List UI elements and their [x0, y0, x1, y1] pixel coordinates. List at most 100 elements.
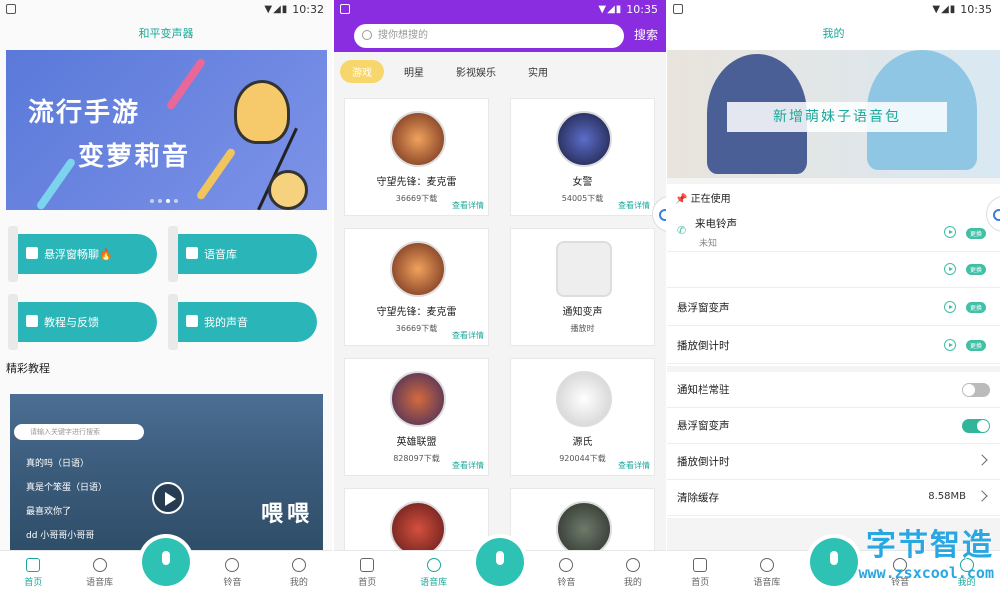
- tile-voice-library[interactable]: 语音库: [168, 226, 317, 282]
- tab-film[interactable]: 影视娱乐: [444, 60, 508, 83]
- carousel-dots: [150, 199, 178, 203]
- nav-label: 语音库: [753, 578, 781, 588]
- card-detail-link[interactable]: 查看详情: [618, 460, 650, 471]
- promo-banner[interactable]: 新增萌妹子语音包: [667, 50, 1000, 178]
- nav-home[interactable]: 首页: [0, 551, 66, 592]
- note-icon: [186, 247, 198, 259]
- banner-headline-2: 变萝莉音: [78, 142, 191, 172]
- chevron-right-icon: [976, 490, 988, 502]
- card-detail-link[interactable]: 查看详情: [452, 330, 484, 341]
- toggle-switch[interactable]: [962, 383, 990, 397]
- bell-icon: [559, 558, 574, 572]
- mic-button[interactable]: [142, 538, 190, 586]
- search-placeholder: 搜你想搜的: [378, 30, 428, 41]
- tile-my-voice[interactable]: 我的声音: [168, 294, 317, 350]
- setting-clear-cache[interactable]: 清除缓存 8.58MB: [667, 480, 1000, 516]
- signal-icon: ▼◢▮: [932, 3, 957, 15]
- thumb-icon: [26, 247, 38, 259]
- nav-label: 我的: [623, 578, 642, 588]
- nav-ringtone[interactable]: 铃音: [199, 551, 265, 592]
- disc-icon: [759, 558, 774, 572]
- play-icon[interactable]: [152, 482, 184, 514]
- mic-button[interactable]: [476, 538, 524, 586]
- toggle-switch[interactable]: [962, 419, 990, 433]
- nav-mine[interactable]: 我的: [600, 551, 666, 592]
- card-downloads: 播放时: [570, 324, 595, 333]
- card-name: 英雄联盟: [396, 437, 437, 448]
- voice-card[interactable]: 源氏 920044下载 查看详情: [510, 358, 655, 476]
- card-detail-link[interactable]: 查看详情: [452, 200, 484, 211]
- boy-illustration: [268, 170, 308, 210]
- ringtone-row[interactable]: ✆ 来电铃声 未知 更换: [667, 208, 1000, 252]
- nav-home[interactable]: 首页: [667, 551, 734, 592]
- voice-card[interactable]: 英雄联盟 828097下载 查看详情: [344, 358, 489, 476]
- promo-banner[interactable]: 流行手游 变萝莉音: [6, 50, 327, 210]
- video-search-bar: 请输入关键字进行搜索: [14, 424, 144, 440]
- voice-card[interactable]: [344, 488, 489, 557]
- tab-utility[interactable]: 实用: [516, 60, 560, 83]
- avatar: [556, 241, 612, 297]
- section-title: 精彩教程: [6, 362, 50, 375]
- page-title: 和平变声器: [138, 27, 194, 40]
- status-bar: ▼◢▮ 10:35: [334, 0, 666, 18]
- play-icon[interactable]: [944, 339, 956, 351]
- tile-tutorial-feedback[interactable]: 教程与反馈: [8, 294, 157, 350]
- tile-curl: [8, 226, 18, 282]
- tab-stars[interactable]: 明星: [392, 60, 436, 83]
- girl-illustration: [234, 80, 290, 144]
- setting-float-window[interactable]: 悬浮窗变声: [667, 408, 1000, 444]
- status-time: 10:32: [292, 2, 324, 16]
- play-icon[interactable]: [944, 263, 956, 275]
- play-icon[interactable]: [944, 301, 956, 313]
- change-button[interactable]: 更换: [965, 302, 986, 313]
- voice-card[interactable]: 通知变声 播放时: [510, 228, 655, 346]
- banner-headline-1: 流行手游: [28, 98, 141, 128]
- setting-notification-bar[interactable]: 通知栏常驻: [667, 372, 1000, 408]
- nav-voice-library[interactable]: 语音库: [400, 551, 466, 592]
- banner-decoration: [165, 57, 207, 111]
- status-bar: ▼◢▮ 10:32: [0, 0, 332, 18]
- card-detail-link[interactable]: 查看详情: [452, 460, 484, 471]
- banner-decoration: [195, 147, 237, 201]
- search-icon: [362, 30, 372, 40]
- search-button[interactable]: 搜索: [634, 26, 658, 43]
- tile-curl: [168, 294, 178, 350]
- voice-card[interactable]: 守望先锋：麦克雷 36669下载 查看详情: [344, 98, 489, 216]
- tutorial-video[interactable]: 请输入关键字进行搜索 真的吗（日语） 真是个笨蛋（日语） 最喜欢你了 dd 小哥…: [10, 394, 323, 552]
- voice-card[interactable]: [510, 488, 655, 557]
- video-list-item: 最喜欢你了: [26, 507, 72, 517]
- tab-games[interactable]: 游戏: [340, 59, 384, 83]
- in-use-row[interactable]: 悬浮窗变声 更换: [667, 290, 1000, 326]
- nav-label: 首页: [358, 578, 377, 588]
- search-input[interactable]: 搜你想搜的: [354, 24, 624, 48]
- change-button[interactable]: 更换: [965, 228, 986, 239]
- nav-ringtone[interactable]: 铃音: [533, 551, 599, 592]
- play-icon[interactable]: [944, 226, 956, 238]
- nav-mine[interactable]: 我的: [266, 551, 332, 592]
- in-use-row[interactable]: 更换: [667, 252, 1000, 288]
- phone-icon: ✆: [677, 224, 687, 237]
- setting-label: 播放倒计时: [677, 456, 730, 468]
- tile-label: 教程与反馈: [44, 316, 99, 329]
- avatar: [556, 371, 612, 427]
- home-icon: [26, 558, 41, 572]
- nav-voice-library[interactable]: 语音库: [66, 551, 132, 592]
- in-use-row[interactable]: 播放倒计时 更换: [667, 328, 1000, 364]
- notification-icon: [673, 4, 683, 14]
- watermark-url: www.zsxcool.com: [858, 564, 994, 582]
- tile-float-chat[interactable]: 悬浮窗畅聊🔥: [8, 226, 157, 282]
- voice-card[interactable]: 守望先锋：麦克雷 36669下载 查看详情: [344, 228, 489, 346]
- setting-countdown[interactable]: 播放倒计时: [667, 444, 1000, 480]
- change-button[interactable]: 更换: [965, 340, 986, 351]
- change-button[interactable]: 更换: [965, 264, 986, 275]
- nav-label: 我的: [289, 578, 308, 588]
- puzzle-icon: [186, 315, 198, 327]
- voice-card[interactable]: 女警 54005下载 查看详情: [510, 98, 655, 216]
- tile-label: 悬浮窗畅聊🔥: [44, 248, 113, 261]
- nav-label: 首页: [24, 578, 43, 588]
- nav-home[interactable]: 首页: [334, 551, 400, 592]
- card-detail-link[interactable]: 查看详情: [618, 200, 650, 211]
- nav-voice-library[interactable]: 语音库: [734, 551, 801, 592]
- mic-button[interactable]: [809, 538, 858, 586]
- tile-curl: [8, 294, 18, 350]
